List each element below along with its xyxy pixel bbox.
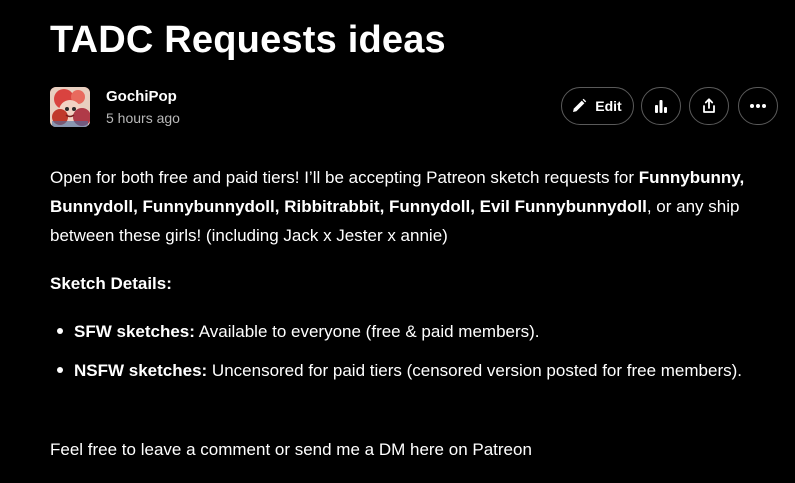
bullet-text: Available to everyone (free & paid membe… bbox=[194, 322, 540, 341]
bullet-text: Uncensored for paid tiers (censored vers… bbox=[207, 361, 742, 380]
sketch-details-heading: Sketch Details: bbox=[50, 274, 172, 293]
insights-button[interactable] bbox=[641, 87, 681, 125]
post-title: TADC Requests ideas bbox=[50, 19, 446, 61]
intro-paragraph: Open for both free and paid tiers! I’ll … bbox=[50, 163, 760, 250]
edit-label: Edit bbox=[595, 98, 622, 114]
closing-paragraph: Feel free to leave a comment or send me … bbox=[50, 440, 532, 459]
more-icon bbox=[750, 104, 766, 108]
sketch-details-list: SFW sketches: Available to everyone (fre… bbox=[50, 317, 750, 395]
bullet-label: NSFW sketches: bbox=[74, 361, 208, 380]
bullet-icon bbox=[57, 328, 63, 334]
bullet-label: SFW sketches: bbox=[74, 322, 195, 341]
post-timestamp: 5 hours ago bbox=[106, 110, 180, 126]
share-icon bbox=[703, 98, 715, 113]
post-page: TADC Requests ideas GochiPop 5 hours ago… bbox=[0, 0, 795, 483]
avatar[interactable] bbox=[50, 87, 90, 127]
intro-text-start: Open for both free and paid tiers! I’ll … bbox=[50, 168, 639, 187]
edit-button[interactable]: Edit bbox=[561, 87, 634, 125]
list-item: SFW sketches: Available to everyone (fre… bbox=[50, 317, 750, 346]
bullet-icon bbox=[57, 367, 63, 373]
share-button[interactable] bbox=[689, 87, 729, 125]
author-name[interactable]: GochiPop bbox=[106, 88, 177, 106]
more-options-button[interactable] bbox=[738, 87, 778, 125]
pencil-icon bbox=[573, 98, 587, 112]
chart-icon bbox=[655, 100, 667, 113]
avatar-image bbox=[50, 87, 90, 127]
list-item: NSFW sketches: Uncensored for paid tiers… bbox=[50, 356, 750, 385]
